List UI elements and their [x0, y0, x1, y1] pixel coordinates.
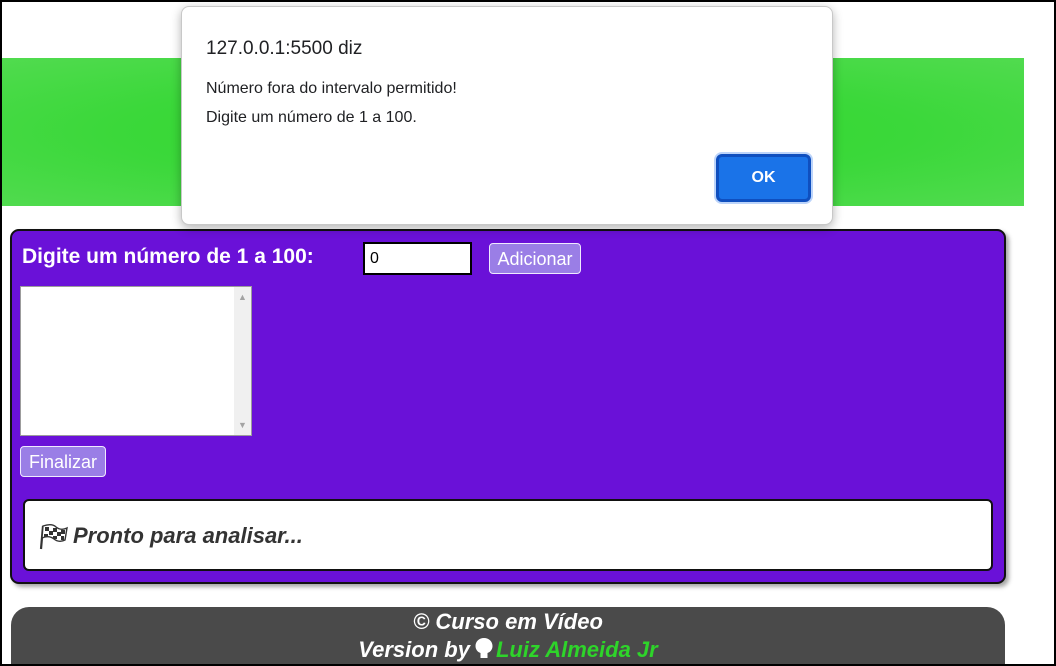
- github-icon: [475, 638, 493, 658]
- alert-dialog: 127.0.0.1:5500 diz Número fora do interv…: [181, 6, 833, 225]
- scroll-down-icon[interactable]: ▼: [234, 417, 251, 433]
- finish-button[interactable]: Finalizar: [20, 446, 106, 477]
- number-input[interactable]: [363, 242, 472, 275]
- browser-viewport: Digite um número de 1 a 100: Adicionar ▲…: [0, 0, 1056, 666]
- footer-copyright: © Curso em Vídeo: [413, 609, 603, 634]
- number-prompt-label: Digite um número de 1 a 100:: [22, 245, 314, 268]
- dialog-message-line1: Número fora do intervalo permitido!: [206, 80, 457, 97]
- result-message: Pronto para analisar...: [73, 523, 303, 548]
- add-button[interactable]: Adicionar: [489, 243, 581, 274]
- dialog-origin: 127.0.0.1:5500 diz: [206, 38, 363, 59]
- list-scrollbar[interactable]: ▲ ▼: [234, 287, 251, 435]
- ok-button[interactable]: OK: [716, 154, 811, 202]
- main-panel: Digite um número de 1 a 100: Adicionar ▲…: [10, 229, 1006, 584]
- result-box: Pronto para analisar...: [23, 499, 993, 571]
- footer: © Curso em Vídeo Version by Luiz Almeida…: [11, 607, 1005, 664]
- numbers-list[interactable]: ▲ ▼: [20, 286, 252, 436]
- dialog-message-line2: Digite um número de 1 a 100.: [206, 109, 417, 126]
- footer-credit: Version by Luiz Almeida Jr: [11, 637, 1005, 663]
- author-link[interactable]: Luiz Almeida Jr: [496, 637, 658, 662]
- checkered-flag-icon: [39, 524, 68, 550]
- version-prefix: Version by: [358, 637, 470, 662]
- scroll-up-icon[interactable]: ▲: [234, 289, 251, 305]
